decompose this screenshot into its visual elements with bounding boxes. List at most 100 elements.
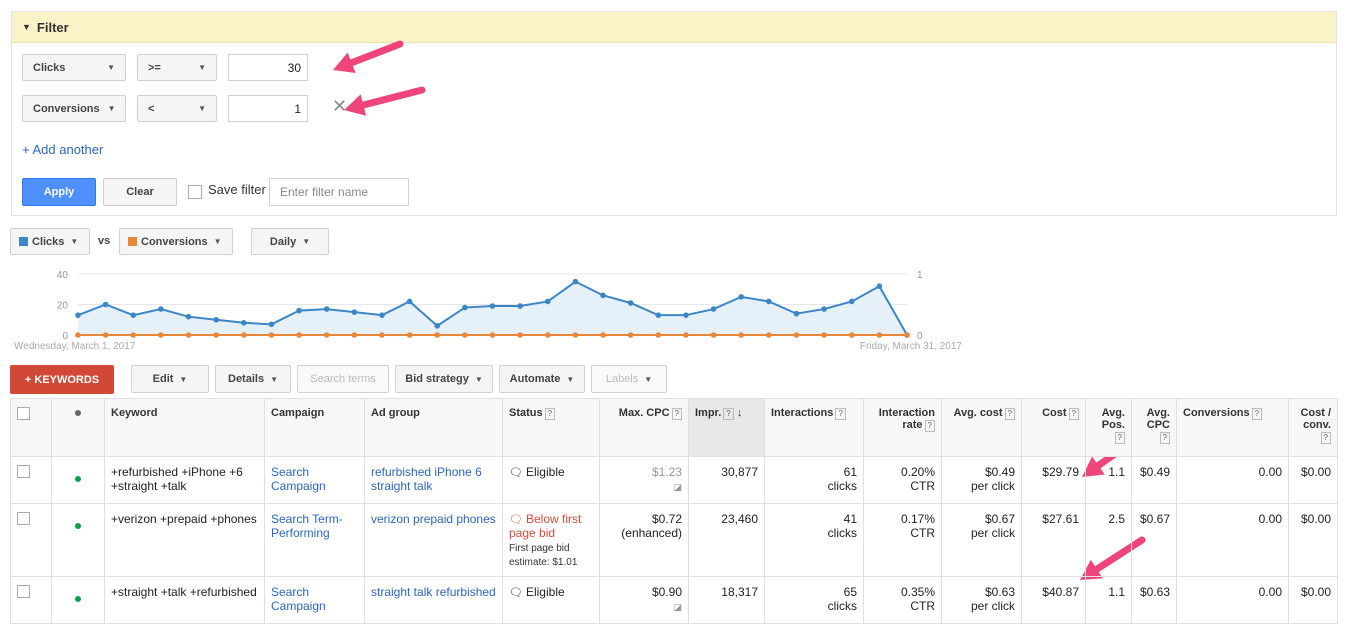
filter-header[interactable]: ▼ Filter [12,12,1336,43]
clicks-point [572,278,579,285]
interval-select[interactable]: Daily ▼ [251,228,329,255]
campaign-link[interactable]: Search Term-Performing [264,503,365,577]
clicks-point [268,321,275,328]
help-icon[interactable]: ? [1320,432,1331,444]
metric2-select[interactable]: Conversions ▼ [119,228,233,255]
save-filter-label: Save filter [208,182,266,197]
add-keywords-button[interactable]: + KEYWORDS [10,365,114,394]
interactions-value: 65 [843,585,857,599]
save-filter-checkbox[interactable] [188,185,202,199]
conversions-point [158,332,164,338]
help-icon[interactable]: ? [1251,408,1263,420]
clicks-point [213,316,219,323]
help-icon[interactable]: ? [924,420,935,432]
select-all-header[interactable] [10,398,52,457]
filter-value-input-1[interactable]: 30 [228,54,308,81]
clear-button[interactable]: Clear [103,178,177,206]
conversions-header[interactable]: Conversions? [1176,398,1289,457]
speech-bubble-icon[interactable]: 🗨 [509,587,523,599]
max-cpc-cell[interactable]: $0.90 ◪ [599,576,689,624]
clicks-point [323,306,330,312]
metric1-select[interactable]: Clicks ▼ [10,228,90,255]
clicks-point [489,303,496,309]
filter-metric-select-1[interactable]: Clicks ▼ [22,54,126,81]
row-select-cell[interactable] [10,576,52,624]
avg-cost-header[interactable]: Avg. cost? [941,398,1022,457]
chevron-down-icon: ▼ [474,374,483,384]
status-header[interactable]: Status? [502,398,600,457]
conversions-point [710,332,717,338]
interaction-rate-cell: 0.35% CTR [863,576,942,624]
keyword-cell[interactable]: +refurbished +iPhone +6 +straight +talk [104,456,265,504]
help-icon[interactable]: ? [1004,408,1015,420]
keyword-cell[interactable]: +straight +talk +refurbished [104,576,265,624]
interaction-rate-header[interactable]: Interaction rate? [863,398,942,457]
ad-group-link[interactable]: verizon prepaid phones [364,503,503,577]
bid-chart-icon[interactable]: ◪ [673,482,682,492]
conversions-point [489,332,496,338]
ad-group-header[interactable]: Ad group [364,398,503,457]
filter-name-input[interactable]: Enter filter name [269,178,409,206]
table-row: +straight +talk +refurbished Search Camp… [10,576,1338,624]
help-icon[interactable]: ? [723,408,734,420]
bid-strategy-button[interactable]: Bid strategy ▼ [395,365,493,393]
left-tick-label: 20 [57,301,69,312]
chevron-down-icon: ▼ [270,374,278,384]
cost-conv-header[interactable]: Cost / conv.? [1288,398,1338,457]
speech-bubble-icon[interactable]: 🗨 [509,514,523,526]
labels-button[interactable]: Labels ▼ [591,365,667,393]
cost-cell: $29.79 [1021,456,1086,504]
automate-button[interactable]: Automate ▼ [499,365,585,393]
max-cpc-cell[interactable]: $0.72 (enhanced) [599,503,689,577]
avg-cpc-header[interactable]: Avg. CPC? [1131,398,1177,457]
row-select-cell[interactable] [10,456,52,504]
help-icon[interactable]: ? [1068,408,1079,420]
filter-operator-select-2[interactable]: < ▼ [137,95,217,122]
apply-button[interactable]: Apply [22,178,96,206]
help-icon[interactable]: ? [671,408,682,420]
ad-group-header-label: Ad group [371,407,420,419]
row-checkbox[interactable] [17,465,30,478]
details-label: Details [228,373,265,385]
chevron-down-icon: ▼ [644,374,653,384]
status-cell: 🗨 Eligible [502,576,600,624]
clicks-point [102,301,109,308]
add-another-link[interactable]: + Add another [22,142,103,157]
cost-conv-cell: $0.00 [1288,456,1338,504]
interactions-value: 61 [843,465,857,479]
campaign-header[interactable]: Campaign [264,398,365,457]
filter-operator-select-1[interactable]: >= ▼ [137,54,217,81]
ad-group-link[interactable]: refurbished iPhone 6 straight talk [364,456,503,504]
row-checkbox[interactable] [17,585,30,598]
keyword-header[interactable]: Keyword [104,398,265,457]
keyword-cell[interactable]: +verizon +prepaid +phones [104,503,265,577]
filter-value-input-2[interactable]: 1 [228,95,308,122]
details-button[interactable]: Details ▼ [215,365,291,393]
select-all-checkbox[interactable] [17,407,30,420]
max-cpc-header[interactable]: Max. CPC? [599,398,689,457]
max-cpc-header-label: Max. CPC [618,407,670,419]
remove-filter-close-icon[interactable]: ✕ [332,96,347,117]
help-icon[interactable]: ? [544,408,556,420]
rate-value: 0.17% [900,512,935,526]
left-tick-label: 40 [57,270,69,281]
interactions-header[interactable]: Interactions? [764,398,864,457]
avg-pos-header[interactable]: Avg. Pos.? [1085,398,1132,457]
filter-metric-select-2[interactable]: Conversions ▼ [22,95,126,122]
row-select-cell[interactable] [10,503,52,577]
max-cpc-cell[interactable]: $1.23 ◪ [599,456,689,504]
speech-bubble-icon[interactable]: 🗨 [509,467,523,479]
help-icon[interactable]: ? [835,408,846,420]
search-terms-button[interactable]: Search terms [297,365,389,393]
impr-header[interactable]: Impr.? ↓ [688,398,765,457]
ad-group-link[interactable]: straight talk refurbished [364,576,503,624]
bid-chart-icon[interactable]: ◪ [673,602,682,612]
edit-button[interactable]: Edit ▼ [131,365,209,393]
campaign-link[interactable]: Search Campaign [264,576,365,624]
conversions-point [738,332,744,338]
cost-header[interactable]: Cost? [1021,398,1086,457]
campaign-link[interactable]: Search Campaign [264,456,365,504]
help-icon[interactable]: ? [1114,432,1125,444]
help-icon[interactable]: ? [1159,432,1170,444]
row-checkbox[interactable] [17,512,30,525]
